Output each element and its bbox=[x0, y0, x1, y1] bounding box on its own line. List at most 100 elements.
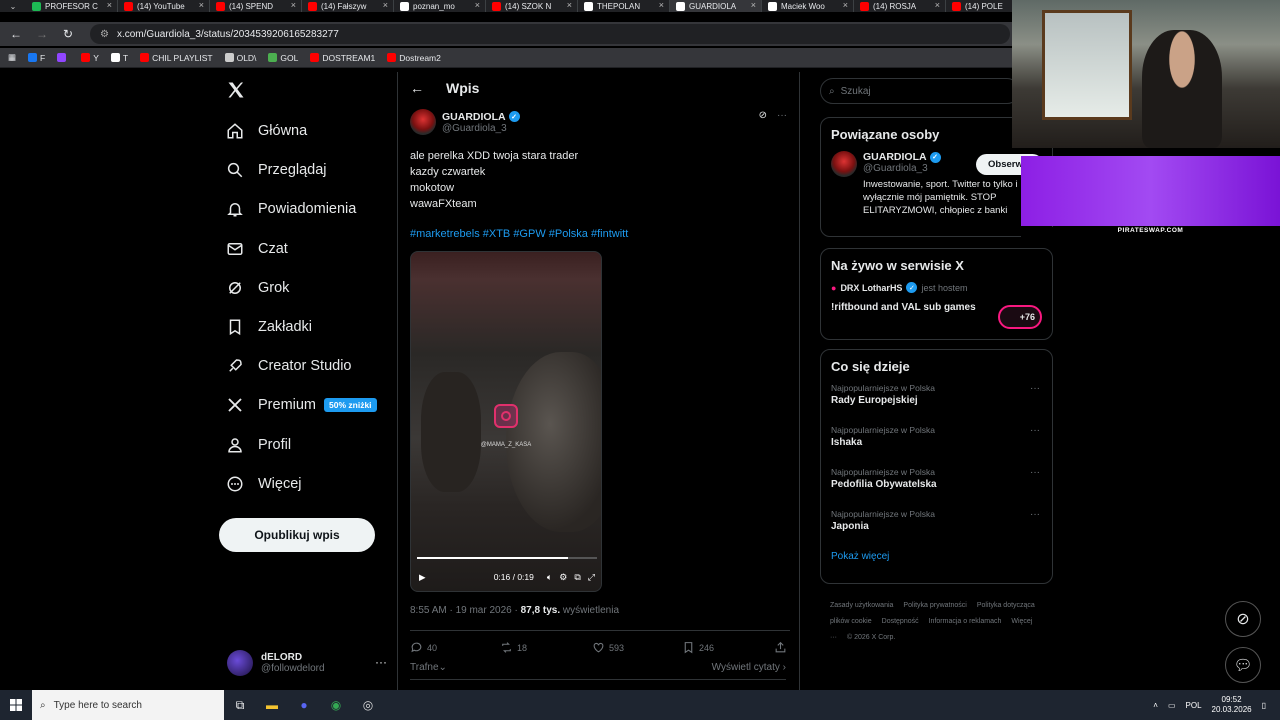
nav-item[interactable]: Główna bbox=[226, 118, 307, 144]
video-progress-bar[interactable] bbox=[417, 557, 597, 559]
bookmark-item[interactable]: GOL bbox=[268, 53, 298, 63]
trend-item[interactable]: Najpopularniejsze w Polska Pedofilia Obyw… bbox=[821, 467, 1052, 509]
like-button[interactable]: 593 bbox=[592, 641, 682, 654]
forward-button[interactable]: → bbox=[34, 26, 50, 42]
browser-tab[interactable]: PROFESOR C × bbox=[26, 0, 118, 12]
chat-fab[interactable]: 💬︎ bbox=[1225, 647, 1261, 683]
browser-tab[interactable]: (14) YouTube × bbox=[118, 0, 210, 12]
browser-tab[interactable]: (14) ROSJA × bbox=[854, 0, 946, 12]
tab-close-icon[interactable]: × bbox=[935, 0, 940, 10]
bookmark-item[interactable]: Y bbox=[81, 53, 99, 63]
bookmark-item[interactable] bbox=[57, 53, 69, 63]
sort-replies-dropdown[interactable]: Trafne⌄ bbox=[410, 662, 447, 673]
post-more-icon[interactable]: ··· bbox=[777, 110, 787, 121]
reload-button[interactable]: ↻ bbox=[60, 26, 76, 42]
language-indicator[interactable]: POL bbox=[1186, 701, 1202, 710]
tray-expand-icon[interactable]: ˄ bbox=[1153, 701, 1158, 710]
related-avatar[interactable] bbox=[831, 151, 857, 177]
browser-tab[interactable]: GUARDIOLA × bbox=[670, 0, 762, 12]
nav-item[interactable]: Powiadomienia bbox=[226, 196, 356, 222]
bookmark-item[interactable]: DOSTREAM1 bbox=[310, 53, 375, 63]
nav-item[interactable]: Creator Studio bbox=[226, 353, 352, 379]
settings-icon[interactable]: ⚙ bbox=[559, 572, 567, 583]
nav-item[interactable]: Premium 50% zniżki bbox=[226, 392, 377, 418]
author-avatar[interactable] bbox=[410, 109, 436, 135]
apps-grid-icon[interactable]: ▦ bbox=[8, 52, 16, 63]
post-button[interactable]: Opublikuj wpis bbox=[219, 518, 375, 552]
browser-tab[interactable]: (14) Fałszyw × bbox=[302, 0, 394, 12]
video-player[interactable]: @MAMA_Z_KASA ▶ 0:16 / 0:19 🔈︎ ⚙ ⧉ ⤢ bbox=[410, 251, 602, 592]
related-name[interactable]: GUARDIOLA bbox=[863, 151, 927, 163]
show-more-link[interactable]: Pokaż więcej bbox=[821, 551, 1052, 562]
tab-close-icon[interactable]: × bbox=[567, 0, 572, 10]
browser-tab[interactable]: Maciek Woo × bbox=[762, 0, 854, 12]
reply-button[interactable]: 40 bbox=[410, 641, 500, 654]
bookmark-item[interactable]: OLD\ bbox=[224, 53, 256, 63]
windows-start-button[interactable] bbox=[0, 690, 32, 720]
tab-search-dropdown[interactable]: ⌄ bbox=[0, 0, 26, 12]
tab-close-icon[interactable]: × bbox=[291, 0, 296, 10]
footer-link[interactable]: Dostępność bbox=[882, 618, 919, 625]
post-timestamp[interactable]: 8:55 AM · 19 mar 2026 · bbox=[410, 605, 521, 616]
account-switcher[interactable]: dELORD @followdelord ··· bbox=[227, 646, 387, 680]
grok-fab[interactable]: ⊘ bbox=[1225, 601, 1261, 637]
trend-more-icon[interactable]: ··· bbox=[1030, 467, 1040, 478]
obs-icon[interactable]: ◎ bbox=[352, 690, 384, 720]
bookmark-item[interactable]: CHIL PLAYLIST bbox=[140, 53, 213, 63]
footer-link[interactable]: Polityka prywatności bbox=[903, 602, 966, 609]
more-dots-icon[interactable]: ··· bbox=[375, 655, 387, 669]
footer-link[interactable]: Informacja o reklamach bbox=[929, 618, 1002, 625]
repost-button[interactable]: 18 bbox=[500, 641, 592, 654]
volume-icon[interactable]: 🔈︎ bbox=[547, 572, 552, 583]
trend-item[interactable]: Najpopularniejsze w Polska Ishaka ··· bbox=[821, 425, 1052, 467]
bookmark-item[interactable]: Dostream2 bbox=[387, 53, 441, 63]
fullscreen-icon[interactable]: ⤢ bbox=[588, 572, 595, 583]
tab-close-icon[interactable]: × bbox=[659, 0, 664, 10]
trend-item[interactable]: Najpopularniejsze w Polska Japonia ··· bbox=[821, 509, 1052, 551]
trend-more-icon[interactable]: ··· bbox=[1030, 509, 1040, 520]
bookmark-button[interactable]: 246 bbox=[682, 641, 774, 654]
tab-close-icon[interactable]: × bbox=[843, 0, 848, 10]
system-clock[interactable]: 09:52 20.03.2026 bbox=[1212, 695, 1252, 715]
nav-item[interactable]: Czat bbox=[226, 236, 288, 262]
discord-icon[interactable]: ● bbox=[288, 690, 320, 720]
author-name[interactable]: GUARDIOLA bbox=[442, 111, 506, 123]
x-logo-icon[interactable] bbox=[226, 80, 246, 100]
nav-item[interactable]: Zakładki bbox=[226, 314, 312, 340]
browser-tab[interactable]: (14) SPEND × bbox=[210, 0, 302, 12]
trend-more-icon[interactable]: ··· bbox=[1030, 383, 1040, 394]
tab-close-icon[interactable]: × bbox=[383, 0, 388, 10]
view-quotes-link[interactable]: Wyświetl cytaty › bbox=[712, 662, 786, 673]
tab-close-icon[interactable]: × bbox=[107, 0, 112, 10]
back-button[interactable]: ← bbox=[8, 26, 24, 42]
grok-icon[interactable]: ⊘ bbox=[759, 110, 767, 121]
browser-tab[interactable]: THEPOLAN × bbox=[578, 0, 670, 12]
browser-tab[interactable]: poznan_mo × bbox=[394, 0, 486, 12]
nav-item[interactable]: Grok bbox=[226, 275, 289, 301]
tab-close-icon[interactable]: × bbox=[751, 0, 756, 10]
footer-link[interactable]: © 2026 X Corp. bbox=[847, 634, 895, 641]
task-view-icon[interactable]: ⧉ bbox=[224, 690, 256, 720]
back-arrow-icon[interactable]: ← bbox=[410, 80, 424, 96]
url-bar[interactable]: ⚙ x.com/Guardiola_3/status/2034539206165… bbox=[90, 24, 1010, 44]
trend-more-icon[interactable]: ··· bbox=[1030, 425, 1040, 436]
footer-link[interactable]: Zasady użytkowania bbox=[830, 602, 893, 609]
author-handle[interactable]: @Guardiola_3 bbox=[442, 123, 520, 134]
pip-icon[interactable]: ⧉ bbox=[574, 572, 580, 583]
notification-icon[interactable]: ▯ bbox=[1262, 701, 1266, 710]
nav-item[interactable]: Przeglądaj bbox=[226, 157, 327, 183]
tab-close-icon[interactable]: × bbox=[199, 0, 204, 10]
chrome-icon[interactable]: ◉ bbox=[320, 690, 352, 720]
tab-close-icon[interactable]: × bbox=[475, 0, 480, 10]
post-hashtags[interactable]: #marketrebels #XTB #GPW #Polska #fintwit… bbox=[410, 228, 628, 240]
nav-item[interactable]: Profil bbox=[226, 432, 291, 458]
network-icon[interactable]: ▭ bbox=[1168, 701, 1176, 710]
taskbar-search[interactable]: ⌕ Type here to search bbox=[32, 690, 224, 720]
trend-item[interactable]: Najpopularniejsze w Polska Rady Europejsk… bbox=[821, 383, 1052, 425]
share-button[interactable] bbox=[774, 641, 787, 654]
browser-tab[interactable]: (14) SZOK N × bbox=[486, 0, 578, 12]
search-input[interactable]: ⌕ Szukaj bbox=[820, 78, 1020, 104]
live-spaces-card[interactable]: Na żywo w serwisie X ● DRX LotharHS ✓ jest … bbox=[820, 248, 1053, 340]
bookmark-item[interactable]: F bbox=[28, 53, 45, 63]
site-info-icon[interactable]: ⚙ bbox=[100, 29, 109, 40]
